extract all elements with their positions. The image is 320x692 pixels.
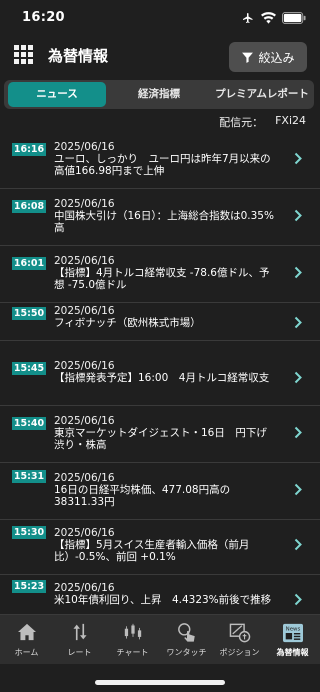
position-icon (229, 623, 250, 643)
nav-rate-label: レート (67, 648, 92, 657)
news-item[interactable]: 16:08 2025/06/16 中国株大引け（16日）：上海総合指数は0.35… (0, 189, 320, 246)
wifi-icon (261, 12, 276, 24)
news-time-badge: 16:08 (12, 200, 46, 213)
chevron-right-icon (294, 316, 302, 329)
bottom-nav: ホーム レート チャート ワンタッチ ポジション News 為替情報 (0, 614, 320, 664)
news-date: 2025/06/16 (54, 527, 115, 539)
chevron-right-icon (294, 426, 302, 439)
source-value: FXi24 (275, 114, 306, 127)
nav-chart-label: チャート (116, 648, 149, 657)
news-source: 配信元： FXi24 (219, 114, 306, 130)
news-date: 2025/06/16 (54, 415, 115, 427)
news-headline: 【指標】5月スイス生産者輸入価格（前月比）-0.5%、前回 +0.1% (54, 539, 250, 563)
source-label: 配信元： (219, 116, 264, 129)
airplane-icon (243, 13, 253, 23)
news-time-badge: 15:31 (12, 470, 46, 483)
tab-economic-indicators[interactable]: 経済指標 (110, 80, 208, 109)
nav-rate[interactable]: レート (53, 615, 106, 665)
chevron-right-icon (294, 538, 302, 551)
chevron-right-icon (294, 209, 302, 222)
home-indicator-area (0, 664, 320, 692)
news-headline: フィボナッチ（欧州株式市場） (54, 317, 201, 329)
news-item[interactable]: 15:23 2025/06/16 米10年債利回り、上昇 4.4323%前後で推… (0, 573, 320, 614)
home-indicator[interactable] (95, 680, 225, 685)
news-item[interactable]: 16:01 2025/06/16 【指標】4月トルコ経常収支 -78.6億ドル、… (0, 246, 320, 303)
news-item[interactable]: 15:40 2025/06/16 東京マーケットダイジェスト・16日 円下げ渋り… (0, 406, 320, 463)
news-item[interactable]: 15:45 2025/06/16 【指標発表予定】16:00 4月トルコ経常収支 (0, 351, 320, 406)
news-date: 2025/06/16 (54, 141, 115, 153)
news-time-badge: 16:16 (12, 143, 46, 156)
news-time-badge: 15:23 (12, 580, 46, 593)
news-headline: 【指標発表予定】16:00 4月トルコ経常収支 (54, 372, 270, 384)
news-date: 2025/06/16 (54, 198, 115, 210)
filter-button[interactable]: 絞込み (229, 42, 307, 72)
news-headline: ユーロ、しっかり ユーロ円は昨年7月以来の高値166.98円まで上伸 (54, 153, 271, 177)
news-time-badge: 15:40 (12, 417, 46, 430)
segment-tabs: ニュース 経済指標 プレミアムレポート (4, 80, 314, 109)
news-date: 2025/06/16 (54, 582, 115, 594)
nav-position-label: ポジション (219, 648, 260, 657)
news-date: 2025/06/16 (54, 472, 115, 484)
news-item[interactable]: 16:16 2025/06/16 ユーロ、しっかり ユーロ円は昨年7月以来の高値… (0, 132, 320, 189)
news-time-badge: 15:50 (12, 307, 46, 320)
news-item[interactable]: 15:31 2025/06/16 16日の日経平均株価、477.08円高の383… (0, 463, 320, 520)
status-time: 16:20 (22, 10, 65, 25)
nav-home[interactable]: ホーム (0, 615, 53, 665)
news-time-badge: 15:45 (12, 362, 46, 375)
candlestick-chart-icon (124, 623, 141, 640)
filter-icon (242, 52, 254, 63)
nav-position[interactable]: ポジション (213, 615, 266, 665)
nav-chart[interactable]: チャート (106, 615, 159, 665)
news-time-badge: 16:01 (12, 257, 46, 270)
chevron-right-icon (294, 483, 302, 496)
chevron-right-icon (294, 152, 302, 165)
news-headline: 米10年債利回り、上昇 4.4323%前後で推移 (54, 594, 272, 606)
status-icons (241, 12, 306, 24)
chevron-right-icon (294, 593, 302, 606)
tab-premium-report[interactable]: プレミアムレポート (210, 80, 314, 109)
nav-home-label: ホーム (14, 648, 39, 657)
status-bar: 16:20 (0, 0, 320, 38)
news-item[interactable]: 15:30 2025/06/16 【指標】5月スイス生産者輸入価格（前月比）-0… (0, 518, 320, 575)
news-headline: 東京マーケットダイジェスト・16日 円下げ渋り・株高 (54, 427, 267, 451)
one-touch-icon (177, 623, 195, 642)
menu-grid-icon[interactable] (14, 45, 33, 64)
news-date: 2025/06/16 (54, 360, 115, 372)
tab-news[interactable]: ニュース (8, 82, 106, 107)
news-badge-text: News (285, 626, 300, 632)
news-time-badge: 15:30 (12, 526, 46, 539)
nav-fx-info[interactable]: News 為替情報 (266, 615, 319, 665)
page-title: 為替情報 (48, 47, 109, 65)
home-icon (17, 623, 36, 641)
news-item[interactable]: 15:50 2025/06/16 フィボナッチ（欧州株式市場） (0, 296, 320, 341)
news-date: 2025/06/16 (54, 255, 115, 267)
nav-one-touch-label: ワンタッチ (166, 648, 207, 657)
battery-icon (282, 12, 306, 24)
nav-fx-info-label: 為替情報 (276, 648, 309, 657)
chevron-right-icon (294, 266, 302, 279)
news-list: 16:16 2025/06/16 ユーロ、しっかり ユーロ円は昨年7月以来の高値… (0, 132, 320, 614)
rate-icon (72, 623, 87, 641)
app-header: 為替情報 絞込み (0, 38, 320, 76)
filter-button-label: 絞込み (258, 50, 295, 65)
news-date: 2025/06/16 (54, 305, 115, 317)
nav-one-touch[interactable]: ワンタッチ (160, 615, 213, 665)
news-headline: 16日の日経平均株価、477.08円高の38311.33円 (54, 484, 231, 508)
chevron-right-icon (294, 371, 302, 384)
news-icon: News (282, 623, 303, 643)
news-headline: 【指標】4月トルコ経常収支 -78.6億ドル、予想 -75.0億ドル (54, 267, 270, 291)
news-headline: 中国株大引け（16日）：上海総合指数は0.35%高 (54, 210, 274, 234)
